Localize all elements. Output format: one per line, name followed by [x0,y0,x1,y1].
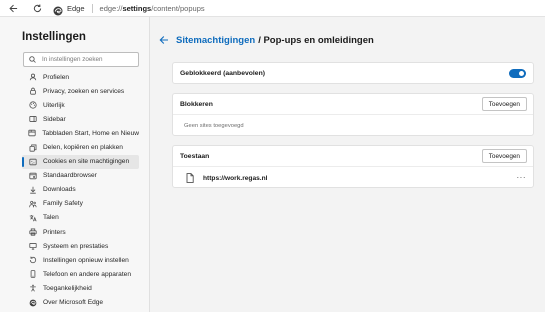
sidebar-item-tabbladen[interactable]: Tabbladen Start, Home en Nieuw [22,126,139,140]
section-divider [173,114,533,115]
download-icon [28,185,37,194]
back-icon[interactable] [5,0,21,16]
sidebar-item-talen[interactable]: Talen [22,211,139,225]
edge-icon [28,298,37,307]
settings-search-input[interactable]: In instellingen zoeken [23,52,139,67]
url-host: settings [122,3,152,13]
blocked-toggle[interactable] [509,69,526,78]
share-icon [28,143,37,152]
cookie-icon [28,157,37,166]
add-allowed-site-button[interactable]: Toevoegen [481,149,527,163]
sidebar-item-printers[interactable]: Printers [22,225,139,239]
more-options-icon[interactable]: ··· [517,174,527,182]
allow-section: Toestaan Toevoegen https://work.regas.nl… [172,145,534,188]
sidebar-item-label: Privacy, zoeken en services [43,87,125,95]
browser-icon [28,171,37,180]
sidebar-item-telefoon[interactable]: Telefoon en andere apparaten [22,267,139,281]
empty-state-text: Geen sites toegevoegd [184,123,244,129]
sidebar-item-uiterlijk[interactable]: Uiterlijk [22,98,139,112]
blocked-toggle-card: Geblokkeerd (aanbevolen) [172,62,534,84]
back-arrow-icon[interactable] [158,34,170,46]
sidebar-icon [28,115,37,124]
sidebar-item-label: Delen, kopiëren en plakken [43,144,123,152]
file-icon [186,173,194,183]
sidebar-item-label: Uiterlijk [43,101,65,109]
lock-icon [28,87,37,96]
sidebar-item-downloads[interactable]: Downloads [22,183,139,197]
sidebar-item-label: Over Microsoft Edge [43,299,104,307]
sidebar-item-profielen[interactable]: Profielen [22,70,139,84]
sidebar-item-label: Tabbladen Start, Home en Nieuw [42,129,139,137]
block-section-title: Blokkeren [180,101,213,108]
site-url: https://work.regas.nl [203,174,268,182]
edge-logo-icon [53,3,63,16]
breadcrumb: Sitemachtigingen / Pop-ups en omleidinge… [158,34,374,46]
sidebar-item-label: Standaardbrowser [43,172,97,180]
reset-icon [28,256,37,265]
sidebar-item-label: Sidebar [43,115,66,123]
sidebar-item-label: Instellingen opnieuw instellen [43,256,129,264]
language-icon [28,213,37,222]
sidebar-item-label: Toegankelijkheid [43,284,92,292]
url-scheme: edge:// [99,3,123,13]
sidebar-item-label: Cookies en site machtigingen [43,158,130,166]
list-item: https://work.regas.nl ··· [173,167,533,189]
toolbar-divider [91,3,93,13]
sidebar-nav: Profielen Privacy, zoeken en services Ui… [22,70,139,310]
phone-icon [28,270,37,279]
block-section: Blokkeren Toevoegen Geen sites toegevoeg… [172,93,534,136]
system-icon [28,242,37,251]
family-icon [28,199,37,208]
breadcrumb-link[interactable]: Sitemachtigingen [176,35,255,46]
sidebar-item-over-edge[interactable]: Over Microsoft Edge [22,296,139,310]
sidebar-item-label: Telefoon en andere apparaten [43,270,131,278]
profile-icon [28,73,37,82]
sidebar-item-privacy[interactable]: Privacy, zoeken en services [22,84,139,98]
printer-icon [28,228,37,237]
allow-section-title: Toestaan [180,153,210,160]
sidebar-item-label: Family Safety [43,200,83,208]
blocked-toggle-label: Geblokkeerd (aanbevolen) [180,70,265,77]
add-blocked-site-button[interactable]: Toevoegen [481,97,527,111]
sidebar-item-family-safety[interactable]: Family Safety [22,197,139,211]
sidebar-item-toegankelijkheid[interactable]: Toegankelijkheid [22,281,139,295]
tabs-icon [28,129,36,138]
appearance-icon [28,101,37,110]
sidebar-item-label: Profielen [43,73,70,81]
sidebar-item-sidebar[interactable]: Sidebar [22,112,139,126]
sidebar-title: Instellingen [22,31,86,43]
sidebar-item-systeem[interactable]: Systeem en prestaties [22,239,139,253]
settings-sidebar: Instellingen In instellingen zoeken Prof… [0,17,150,312]
page-title: / Pop-ups en omleidingen [258,34,374,46]
browser-name: Edge [67,3,85,13]
browser-toolbar: Edge edge://settings/content/popups [0,0,545,17]
url-path: /content/popups [151,3,205,13]
sidebar-item-standaardbrowser[interactable]: Standaardbrowser [22,169,139,183]
settings-main: Sitemachtigingen / Pop-ups en omleidinge… [151,17,545,312]
sidebar-item-delen[interactable]: Delen, kopiëren en plakken [22,140,139,154]
search-icon [29,56,36,63]
address-bar[interactable]: edge://settings/content/popups [100,4,205,13]
sidebar-item-label: Downloads [43,186,76,194]
search-placeholder: In instellingen zoeken [42,56,103,63]
sidebar-item-label: Systeem en prestaties [43,242,109,250]
sidebar-item-label: Printers [43,228,66,236]
accessibility-icon [28,284,37,293]
sidebar-item-reset[interactable]: Instellingen opnieuw instellen [22,253,139,267]
reload-icon[interactable] [29,0,45,16]
sidebar-item-cookies[interactable]: Cookies en site machtigingen [22,154,139,169]
sidebar-item-label: Talen [43,214,59,222]
